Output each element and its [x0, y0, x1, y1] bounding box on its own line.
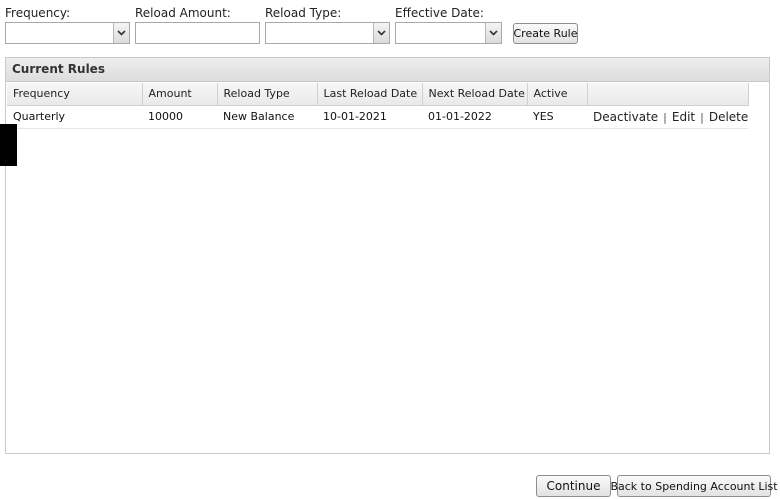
rules-table: Frequency Amount Reload Type Last Reload…	[7, 83, 749, 129]
cell-next-reload-date: 01-01-2022	[422, 105, 527, 129]
cell-amount: 10000	[142, 105, 217, 129]
deactivate-link[interactable]: Deactivate	[593, 110, 658, 124]
column-header-next-reload-date: Next Reload Date	[422, 83, 528, 106]
reload-amount-label: Reload Amount:	[135, 6, 231, 20]
continue-button[interactable]: Continue	[536, 475, 611, 497]
table-row: Quarterly 10000 New Balance 10-01-2021 0…	[7, 105, 749, 129]
column-header-active: Active	[527, 83, 588, 106]
column-header-amount: Amount	[142, 83, 218, 106]
action-separator: |	[663, 110, 667, 124]
reload-type-label: Reload Type:	[265, 6, 342, 20]
edit-link[interactable]: Edit	[672, 110, 695, 124]
column-header-reload-type: Reload Type	[217, 83, 318, 106]
cell-active: YES	[527, 105, 587, 129]
table-header-row: Frequency Amount Reload Type Last Reload…	[7, 83, 749, 106]
frequency-select[interactable]	[5, 22, 130, 44]
chevron-down-icon[interactable]	[485, 23, 501, 43]
effective-date-select[interactable]	[395, 22, 502, 44]
panel-title: Current Rules	[6, 58, 769, 82]
cell-frequency: Quarterly	[7, 105, 142, 129]
side-marker	[0, 124, 17, 166]
column-header-frequency: Frequency	[7, 83, 143, 106]
delete-link[interactable]: Delete	[709, 110, 748, 124]
cell-last-reload-date: 10-01-2021	[317, 105, 422, 129]
chevron-down-icon[interactable]	[373, 23, 389, 43]
cell-reload-type: New Balance	[217, 105, 317, 129]
action-separator: |	[700, 110, 704, 124]
effective-date-label: Effective Date:	[395, 6, 484, 20]
column-header-actions	[587, 83, 749, 106]
cell-actions: Deactivate | Edit | Delete	[587, 105, 749, 129]
column-header-last-reload-date: Last Reload Date	[317, 83, 423, 106]
chevron-down-icon[interactable]	[113, 23, 129, 43]
reload-type-select[interactable]	[265, 22, 390, 44]
frequency-label: Frequency:	[5, 6, 71, 20]
reload-amount-input[interactable]	[135, 22, 260, 44]
back-to-spending-account-list-button[interactable]: Back to Spending Account List	[610, 475, 778, 497]
current-rules-panel: Current Rules Frequency Amount Reload Ty…	[5, 57, 770, 454]
create-rule-button[interactable]: Create Rule	[513, 23, 578, 44]
